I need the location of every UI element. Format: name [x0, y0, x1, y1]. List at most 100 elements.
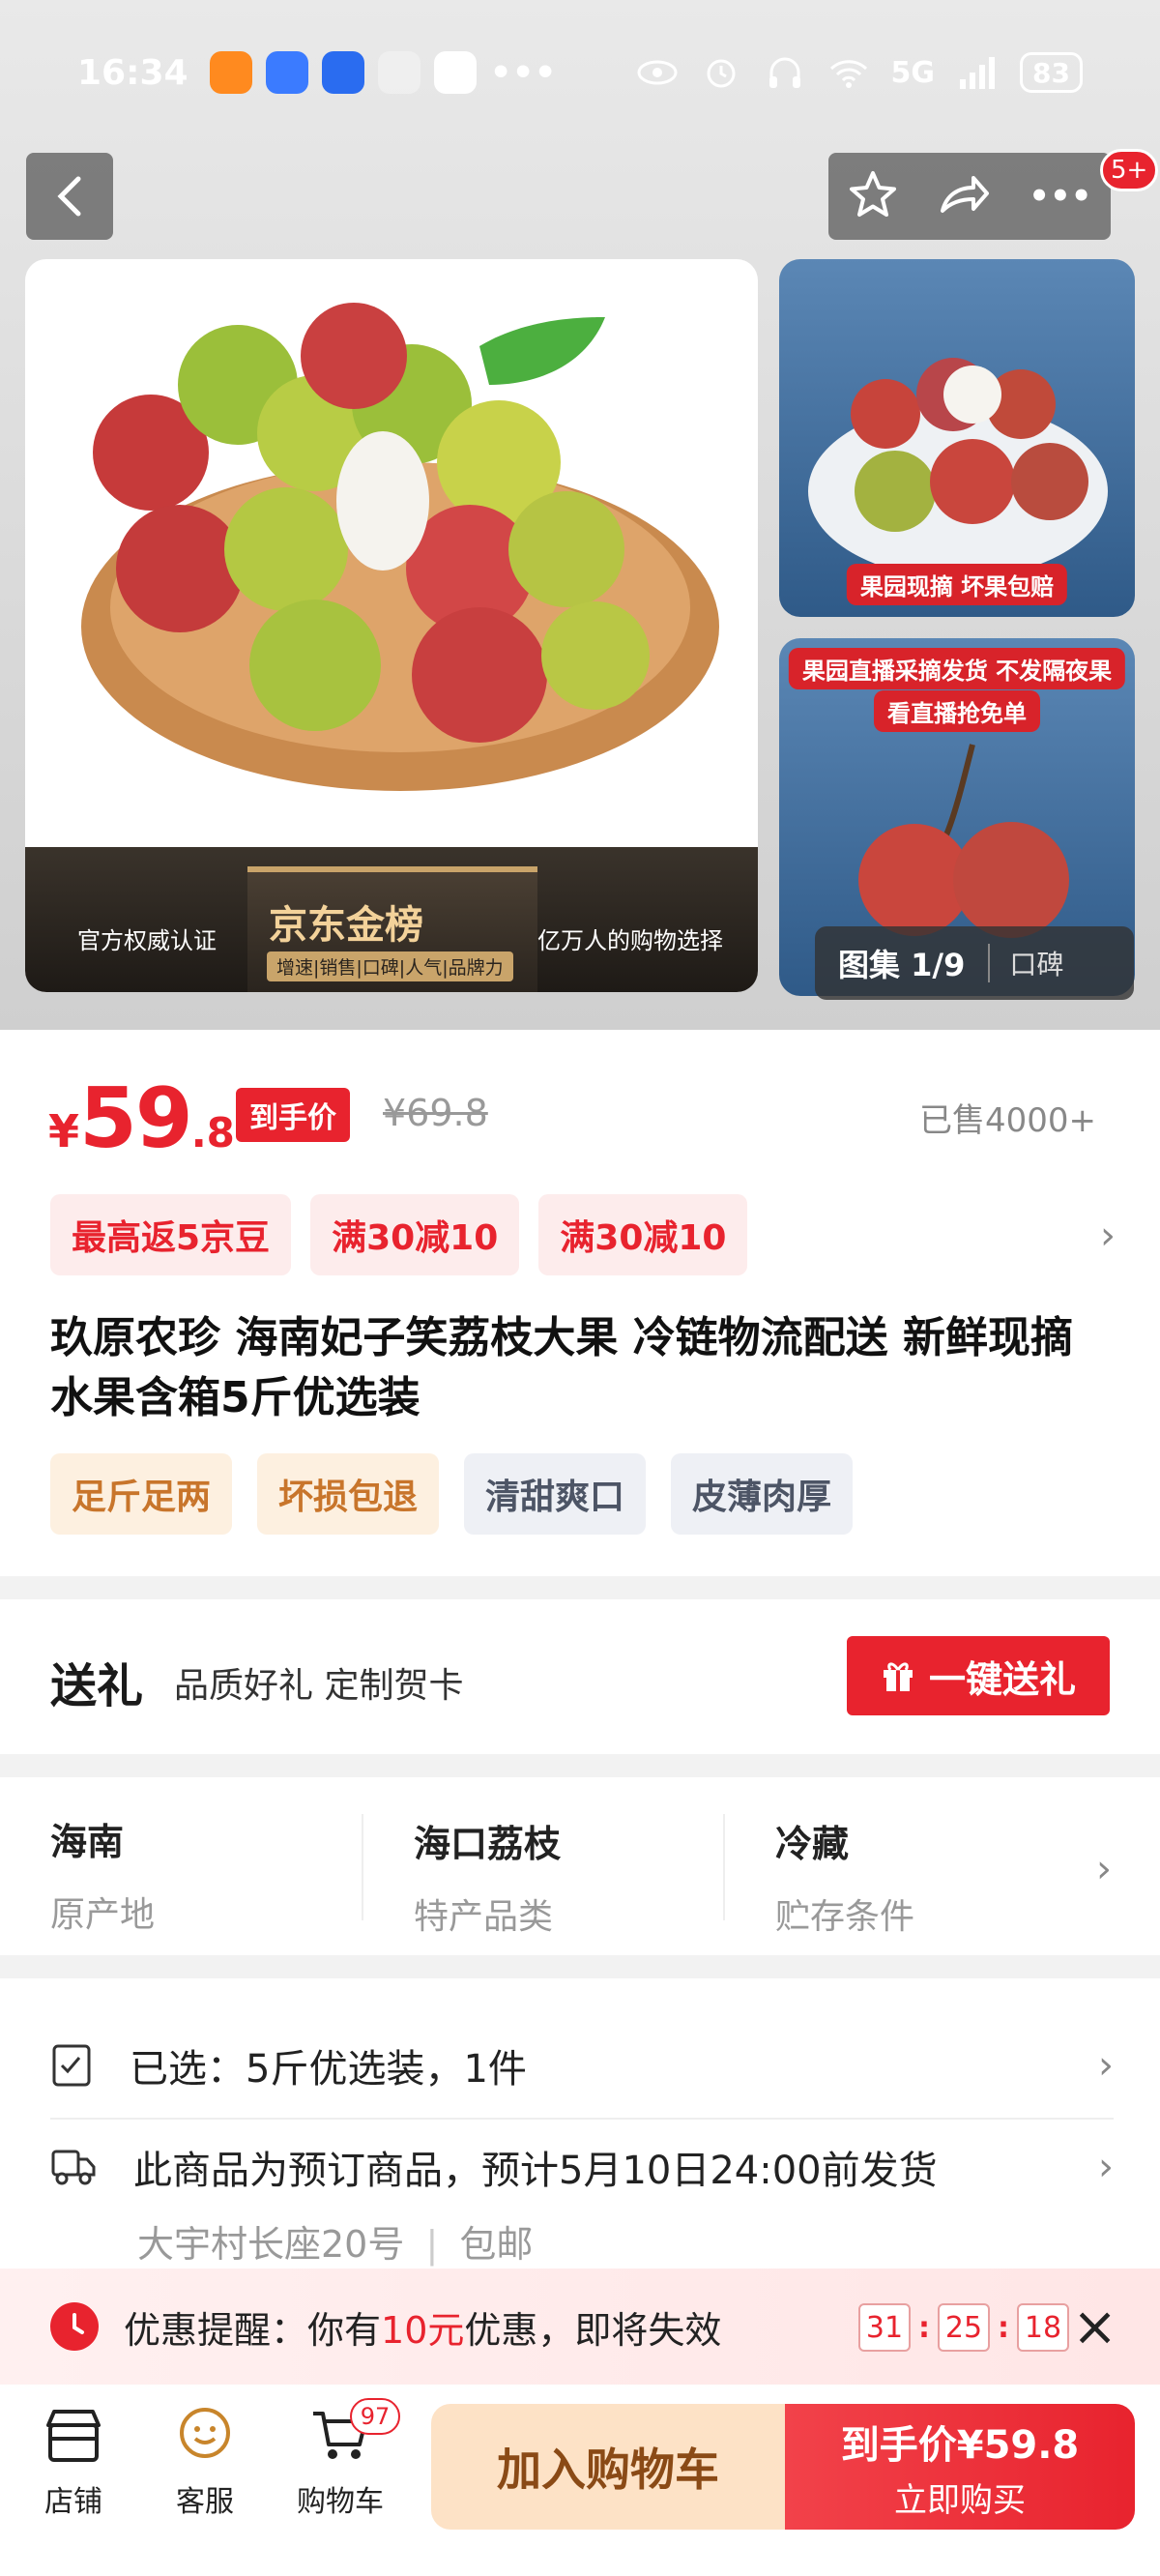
- gift-title: 送礼: [50, 1659, 144, 1713]
- divider: |: [425, 2223, 439, 2266]
- price-integer: 59: [79, 1070, 193, 1167]
- attribute-category: 海口荔枝 特产品类: [362, 1814, 723, 1937]
- coupon-list[interactable]: 最高返5京豆 满30减10 满30减10: [50, 1194, 748, 1275]
- promo-text: 优惠提醒：你有10元优惠，即将失效: [124, 2300, 721, 2354]
- more-notifications-icon: •••: [489, 52, 557, 93]
- thumb2-promo-tag-2: 看直播抢免单: [874, 690, 1040, 732]
- signal-icon: [956, 54, 999, 91]
- header-actions: •••: [828, 153, 1111, 240]
- attribute-value: 海南: [50, 1821, 125, 1863]
- selected-spec-text: 已选：5斤优选装，1件: [130, 2047, 527, 2092]
- gift-box-icon: [883, 1662, 913, 1691]
- send-gift-button[interactable]: 一键送礼: [847, 1636, 1110, 1715]
- post-app-icon: [433, 51, 477, 94]
- smart-home-app-icon: [321, 51, 364, 94]
- coupon-item[interactable]: 满30减10: [538, 1194, 748, 1275]
- cart-label: 购物车: [297, 2485, 384, 2519]
- thumb1-promo-tag: 果园现摘 坏果包赔: [846, 564, 1068, 605]
- product-tag: 足斤足两: [50, 1453, 233, 1535]
- headphones-icon: [764, 54, 806, 91]
- countdown-timer: 31 : 25 : 18: [858, 2303, 1069, 2352]
- close-icon[interactable]: ×: [1072, 2296, 1117, 2358]
- alarm-icon: [700, 54, 742, 91]
- attributes-chevron-icon[interactable]: ›: [1096, 1847, 1112, 1891]
- selection-section: 已选：5斤优选装，1件 › 此商品为预订商品，预计5月10日24:00前发货 ›…: [0, 1978, 1160, 2269]
- attribute-value: 海口荔枝: [414, 1823, 562, 1865]
- shipping-address: 大宇村长座20号: [137, 2223, 405, 2266]
- reviews-tab[interactable]: 口碑: [988, 944, 1063, 982]
- product-attributes[interactable]: 海南 原产地 海口荔枝 特产品类 冷藏 贮存条件 ›: [0, 1777, 1160, 1955]
- timer-hours: 31: [858, 2303, 911, 2352]
- share-button[interactable]: [937, 172, 991, 220]
- gift-subtitle: 品质好礼 定制贺卡: [174, 1666, 464, 1706]
- more-button[interactable]: •••: [1029, 177, 1091, 216]
- lychee-bowl-illustration: [81, 303, 719, 791]
- price-section: ¥ 59 .8 到手价 ¥69.8 已售4000+ 最高返5京豆 满30减10 …: [0, 1030, 1160, 1576]
- timer-seconds: 18: [1017, 2303, 1069, 2352]
- shipping-text: 此商品为预订商品，预计5月10日24:00前发货: [133, 2149, 938, 2193]
- star-icon: [850, 171, 897, 217]
- product-tag: 坏损包退: [257, 1453, 440, 1535]
- product-tag: 皮薄肉厚: [671, 1453, 854, 1535]
- cart-count-badge: 97: [350, 2398, 400, 2435]
- gift-section: 送礼 品质好礼 定制贺卡 一键送礼: [0, 1599, 1160, 1754]
- clock-icon: [50, 2302, 99, 2351]
- back-button[interactable]: [26, 153, 113, 240]
- cart-nav[interactable]: 97 购物车: [282, 2398, 400, 2520]
- gallery-count-label: 图集 1/9: [838, 947, 966, 983]
- current-price: ¥ 59 .8: [48, 1070, 235, 1167]
- favorite-button[interactable]: [847, 169, 899, 223]
- status-time: 16:34: [77, 52, 188, 93]
- customer-service-icon: [180, 2408, 230, 2458]
- chevron-right-icon: ›: [1098, 2145, 1114, 2189]
- message-app-icon: [265, 51, 308, 94]
- bottom-action-bar: 店铺 客服 97 购物车 加入购物车 到手价¥59.8 立即购买: [0, 2385, 1160, 2576]
- timer-minutes: 25: [938, 2303, 990, 2352]
- shipping-address-line: 大宇村长座20号 | 包邮: [137, 2214, 1114, 2268]
- timer-separator: :: [998, 2310, 1009, 2345]
- shop-nav[interactable]: 店铺: [15, 2406, 131, 2520]
- chevron-right-icon: ›: [1098, 2043, 1114, 2088]
- coupon-item[interactable]: 满30减10: [310, 1194, 520, 1275]
- message-count-badge: 5+: [1100, 149, 1159, 191]
- promo-amount: 10元: [381, 2308, 465, 2352]
- product-tag: 清甜爽口: [464, 1453, 647, 1535]
- jd-gold-ranking-banner: 官方权威认证 京东金榜 增速|销售|口碑|人气|品牌力 亿万人的购物选择: [25, 847, 758, 992]
- coupon-more-chevron-icon[interactable]: ›: [1100, 1214, 1116, 1258]
- app-notification-icon: [209, 51, 252, 94]
- shipping-info: 此商品为预订商品，预计5月10日24:00前发货 ›: [50, 2139, 1114, 2195]
- network-type-label: 5G: [890, 55, 936, 90]
- battery-indicator: 83: [1020, 52, 1083, 93]
- chevron-left-icon: [57, 176, 81, 217]
- thumb2-promo-tag-1: 果园直播采摘发货 不发隔夜果: [788, 648, 1126, 689]
- banner-left-text: 官方权威认证: [77, 927, 217, 954]
- wifi-icon: [827, 54, 870, 91]
- final-price-tag: 到手价: [236, 1088, 350, 1142]
- gallery-thumbnail-1[interactable]: 果园现摘 坏果包赔: [779, 259, 1135, 617]
- service-label: 客服: [176, 2485, 234, 2519]
- promo-suffix: 优惠，即将失效: [464, 2308, 722, 2352]
- customer-service-nav[interactable]: 客服: [147, 2406, 263, 2520]
- product-tags: 足斤足两 坏损包退 清甜爽口 皮薄肉厚: [50, 1453, 854, 1535]
- delivery-truck-icon: [51, 2150, 96, 2185]
- shipping-fee: 包邮: [459, 2223, 534, 2266]
- original-price: ¥69.8: [383, 1092, 488, 1134]
- coupon-item[interactable]: 最高返5京豆: [50, 1194, 292, 1275]
- attribute-key: 原产地: [50, 1895, 156, 1935]
- price-decimal: .8: [190, 1109, 235, 1156]
- shipping-row[interactable]: 此商品为预订商品，预计5月10日24:00前发货 › 大宇村长座20号 | 包邮: [50, 2139, 1114, 2268]
- attribute-value: 冷藏: [775, 1823, 850, 1865]
- main-product-image[interactable]: 官方权威认证 京东金榜 增速|销售|口碑|人气|品牌力 亿万人的购物选择: [25, 259, 758, 992]
- banner-right-text: 亿万人的购物选择: [537, 927, 723, 954]
- hand-app-icon: [377, 51, 420, 94]
- eye-icon: [636, 54, 679, 91]
- buy-now-button[interactable]: 到手价¥59.8 立即购买: [785, 2404, 1135, 2530]
- product-title: 玖原农珍 海南妃子笑荔枝大果 冷链物流配送 新鲜现摘水果含箱5斤优选装: [50, 1313, 1073, 1422]
- gallery-counter[interactable]: 图集 1/9 口碑: [815, 926, 1134, 1000]
- checklist-icon: [52, 2044, 91, 2087]
- attribute-key: 特产品类: [414, 1897, 554, 1937]
- jd-gold-logo: 京东金榜: [269, 903, 423, 948]
- banner-sub-text: 增速|销售|口碑|人气|品牌力: [267, 951, 513, 981]
- add-to-cart-button[interactable]: 加入购物车: [431, 2404, 785, 2530]
- selected-spec-row[interactable]: 已选：5斤优选装，1件 ›: [50, 2013, 1114, 2120]
